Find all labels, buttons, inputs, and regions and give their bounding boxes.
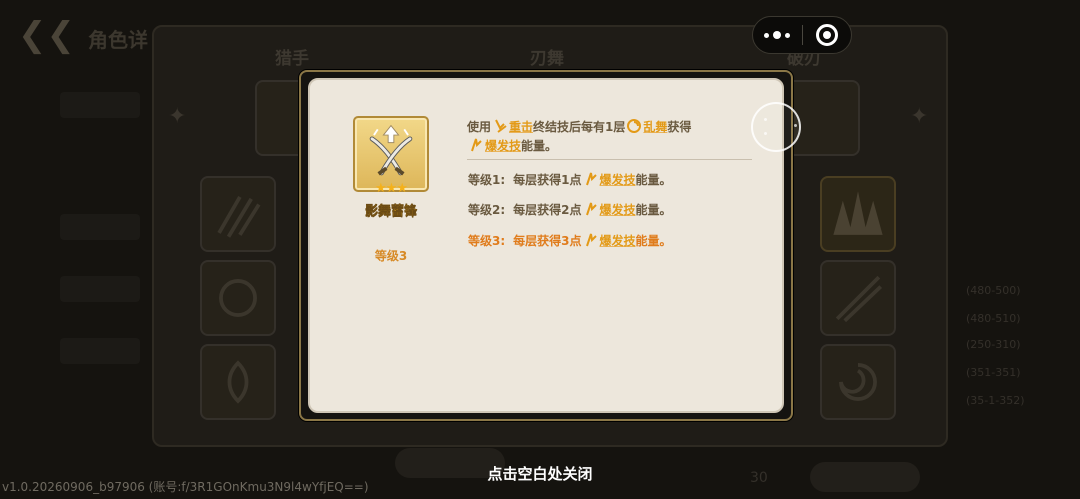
diamond-ornament-icon: ✦ bbox=[168, 104, 187, 129]
description-divider bbox=[467, 159, 752, 160]
desc-term-heavy-strike: 重击 bbox=[509, 120, 534, 134]
level-term-burst: 爆发技 bbox=[599, 173, 636, 187]
level-term-burst: 爆发技 bbox=[599, 234, 636, 248]
ring-dot bbox=[794, 124, 797, 127]
claw-skill-icon bbox=[217, 195, 261, 238]
background-title: 角色详 bbox=[88, 28, 148, 52]
level-line-1: 等级1: 每层获得1点 爆发技能量。 bbox=[468, 171, 672, 188]
level-text: 每层获得1点 bbox=[513, 173, 582, 187]
desc-text: 使用 bbox=[467, 120, 492, 134]
skill-slot[interactable] bbox=[200, 176, 276, 252]
crossed-swords-icon bbox=[369, 124, 413, 176]
background-stat-text: (480-500) bbox=[966, 284, 1021, 297]
spike-burst-skill-icon bbox=[833, 191, 883, 235]
level-term-burst: 爆发技 bbox=[599, 203, 636, 217]
level-suffix: 能量。 bbox=[635, 173, 672, 187]
chaos-dance-icon bbox=[627, 119, 642, 133]
background-stat-text: (351-351) bbox=[966, 366, 1021, 379]
level-text: 每层获得3点 bbox=[513, 234, 582, 248]
skill-detail-modal: ★★★ 影舞蓄锋 等级3 使用 重击终结技后每有1层 乱舞获得 爆发技能量。 等级1:… bbox=[299, 70, 793, 421]
background-stat-text: (250-310) bbox=[966, 338, 1021, 351]
level-label: 等级2: bbox=[468, 203, 506, 217]
heavy-strike-icon bbox=[495, 119, 507, 133]
more-dots-icon bbox=[764, 31, 791, 39]
desc-term-burst: 爆发技 bbox=[485, 139, 522, 153]
left-list-item[interactable] bbox=[60, 92, 140, 118]
skill-slot-selected[interactable] bbox=[820, 176, 896, 252]
burst-skill-icon bbox=[585, 233, 597, 247]
background-stat-text: (35-1-352) bbox=[966, 394, 1025, 407]
back-arrow-icon[interactable]: ❮❮ bbox=[18, 18, 78, 52]
level-line-2: 等级2: 每层获得2点 爆发技能量。 bbox=[468, 201, 672, 218]
skill-slot[interactable] bbox=[200, 344, 276, 420]
skill-slot[interactable] bbox=[820, 344, 896, 420]
background-stat-text: (480-510) bbox=[966, 312, 1021, 325]
skill-name: 影舞蓄锋 bbox=[364, 204, 417, 219]
tab-blade-dance[interactable]: 刃舞 bbox=[530, 44, 564, 69]
left-list-item[interactable] bbox=[60, 214, 140, 240]
skill-stars: ★★★ bbox=[375, 181, 408, 196]
left-list-item[interactable] bbox=[60, 276, 140, 302]
vortex-skill-icon bbox=[839, 363, 877, 401]
burst-skill-icon bbox=[585, 172, 597, 186]
skill-description: 使用 重击终结技后每有1层 乱舞获得爆发技能量。 bbox=[467, 118, 757, 156]
burst-skill-icon bbox=[471, 138, 482, 152]
level-text: 每层获得2点 bbox=[513, 203, 582, 217]
tab-hunter[interactable]: 猎手 bbox=[275, 44, 309, 69]
target-close-icon bbox=[815, 24, 838, 46]
level-suffix: 能量。 bbox=[635, 234, 672, 248]
level-label: 等级1: bbox=[468, 173, 506, 187]
level-line-3-current: 等级3: 每层获得3点 爆发技能量。 bbox=[468, 232, 672, 249]
skill-slot[interactable] bbox=[200, 260, 276, 336]
desc-text: 能量。 bbox=[521, 139, 558, 153]
burst-skill-icon bbox=[585, 202, 597, 216]
diamond-ornament-icon: ✦ bbox=[910, 104, 929, 129]
desc-text: 终结技后每有1层 bbox=[533, 120, 626, 134]
ring-dot bbox=[764, 132, 767, 135]
ring-dot bbox=[764, 118, 767, 121]
left-list-item[interactable] bbox=[60, 338, 140, 364]
more-menu-button[interactable] bbox=[753, 17, 802, 53]
skill-detail-card: ★★★ 影舞蓄锋 等级3 使用 重击终结技后每有1层 乱舞获得 爆发技能量。 等级1:… bbox=[308, 78, 784, 413]
desc-term-chaos-dance: 乱舞 bbox=[643, 120, 668, 134]
floating-ring-indicator[interactable] bbox=[751, 102, 801, 152]
level-suffix: 能量。 bbox=[635, 203, 672, 217]
close-hint[interactable]: 点击空白处关闭 bbox=[0, 463, 1080, 484]
skill-slot[interactable] bbox=[820, 260, 896, 336]
flower-skill-icon bbox=[227, 360, 249, 404]
desc-text: 获得 bbox=[667, 120, 692, 134]
close-miniprogram-button[interactable] bbox=[802, 17, 851, 53]
level-label: 等级3: bbox=[468, 234, 506, 248]
slash-skill-icon bbox=[835, 275, 883, 323]
miniprogram-capsule bbox=[752, 16, 852, 54]
shield-skill-icon bbox=[219, 279, 257, 317]
skill-level: 等级3 bbox=[374, 249, 408, 263]
